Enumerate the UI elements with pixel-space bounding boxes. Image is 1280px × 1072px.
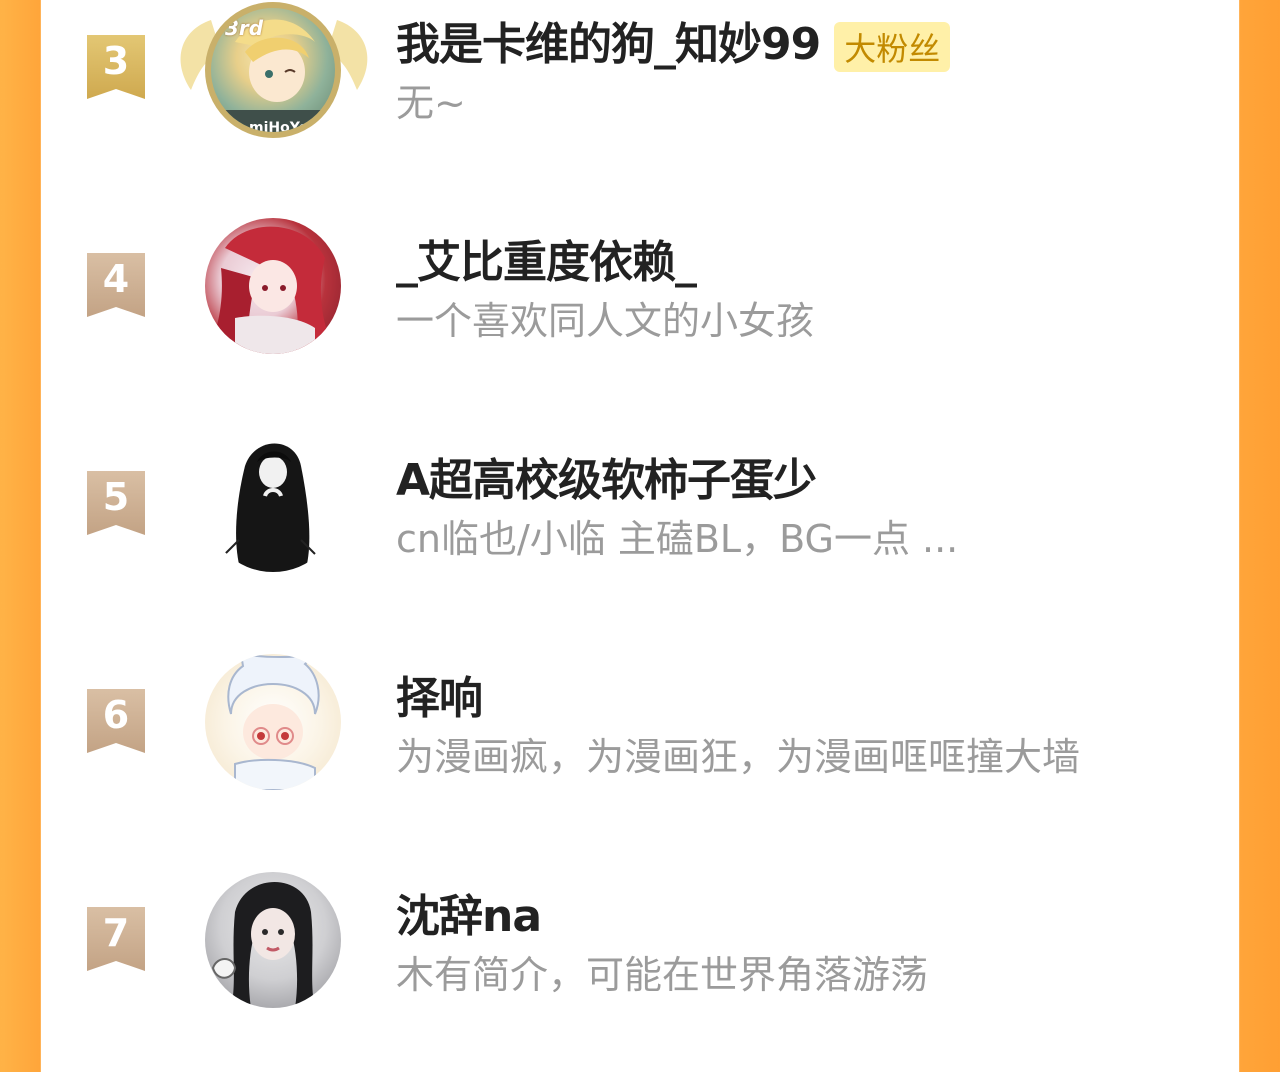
character-illustration <box>227 654 320 790</box>
avatar-place-label: 3rd <box>225 16 264 40</box>
fan-ranking-list: 3 3rd miHoYo 我是卡维的狗_知妙99 大粉丝 无~ 4 _艾比重度依… <box>41 0 1239 1008</box>
fan-name[interactable]: A超高校级软柿子蛋少 <box>396 444 817 508</box>
rank-ribbon: 7 <box>85 907 147 971</box>
list-item[interactable]: 7 沈辞na 木有简介，可能在世界角落游荡 <box>41 872 1239 1072</box>
avatar-watermark: miHoYo <box>249 120 309 136</box>
rank-ribbon: 4 <box>85 253 147 317</box>
fan-name-text: 我是卡维的狗_知妙99 <box>396 19 821 70</box>
fan-name[interactable]: 沈辞na <box>396 880 542 944</box>
fan-name[interactable]: 我是卡维的狗_知妙99 大粉丝 <box>396 8 951 72</box>
avatar[interactable]: 3rd miHoYo <box>205 2 341 138</box>
rank-number: 4 <box>102 257 130 301</box>
rank-number: 3 <box>102 39 130 83</box>
fan-name[interactable]: 择响 <box>396 662 483 726</box>
rank-ribbon: 6 <box>85 689 147 753</box>
fan-bio: 木有简介，可能在世界角落游荡 <box>396 953 929 997</box>
rank-number: 7 <box>102 911 130 955</box>
rank-ribbon: 5 <box>85 471 147 535</box>
rank-number: 6 <box>102 693 130 737</box>
rank-number: 5 <box>102 475 130 519</box>
list-item[interactable]: 5 A超高校级软柿子蛋少 cn临也/小临 主磕BL，BG一点 ... <box>41 436 1239 636</box>
fan-bio: cn临也/小临 主磕BL，BG一点 ... <box>396 517 959 561</box>
fan-bio: 一个喜欢同人文的小女孩 <box>396 299 815 343</box>
fan-name[interactable]: _艾比重度依赖_ <box>396 226 697 290</box>
rank-ribbon: 3 <box>85 35 147 99</box>
status-badge: 大粉丝 <box>834 22 951 72</box>
character-illustration <box>205 226 335 354</box>
list-item[interactable]: 6 择响 为漫画疯，为漫画狂，为漫画哐哐撞大墙 <box>41 654 1239 854</box>
avatar[interactable] <box>205 218 341 354</box>
avatar[interactable] <box>205 654 341 790</box>
fan-bio: 无~ <box>396 81 466 125</box>
list-item[interactable]: 3 3rd miHoYo 我是卡维的狗_知妙99 大粉丝 无~ <box>41 0 1239 200</box>
avatar[interactable] <box>205 872 341 1008</box>
list-item[interactable]: 4 _艾比重度依赖_ 一个喜欢同人文的小女孩 <box>41 218 1239 418</box>
fan-bio: 为漫画疯，为漫画狂，为漫画哐哐撞大墙 <box>396 735 1081 779</box>
avatar[interactable] <box>205 436 341 572</box>
character-illustration <box>222 443 316 572</box>
character-illustration <box>211 882 315 1008</box>
